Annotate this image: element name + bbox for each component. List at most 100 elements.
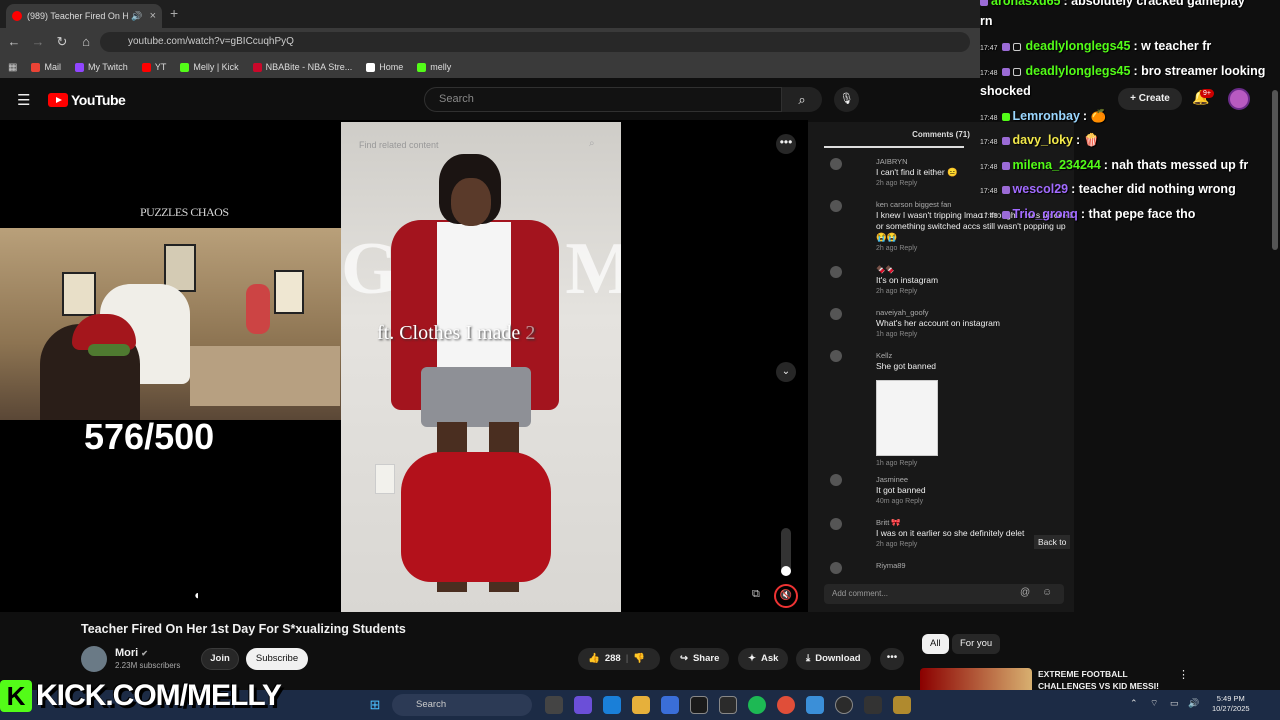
avatar[interactable] — [830, 266, 842, 278]
network-icon[interactable]: ▭ — [1170, 698, 1179, 709]
wifi-icon[interactable]: ⌔ — [1150, 698, 1158, 709]
comment-meta[interactable]: 40m ago Reply — [876, 496, 926, 507]
chat-text: : that pepe face tho — [1080, 207, 1196, 221]
chat-message: 17:48 Trio_gronq: that pepe face tho — [980, 207, 1195, 221]
mute-icon[interactable]: 🔇 — [774, 584, 798, 608]
download-button[interactable]: ⤓ Download — [796, 648, 871, 670]
mail-app-icon[interactable] — [661, 696, 679, 714]
join-button[interactable]: Join — [201, 648, 239, 670]
app-icon[interactable] — [864, 696, 882, 714]
volume-icon[interactable]: 🔊 — [1188, 698, 1199, 709]
youtube-logo[interactable]: YouTube — [48, 92, 126, 108]
chip-for-you[interactable]: For you — [952, 634, 1001, 654]
copilot-icon[interactable] — [574, 696, 592, 714]
recommended-thumbnail[interactable] — [920, 668, 1032, 692]
share-button[interactable]: ↪ Share — [670, 648, 730, 670]
like-icon[interactable]: 👍 — [588, 648, 600, 670]
avatar[interactable] — [830, 474, 842, 486]
app-icon[interactable] — [893, 696, 911, 714]
more-actions-icon[interactable]: ••• — [880, 648, 904, 670]
ft-clothes-text: ft. Clothes I made 2 — [377, 322, 535, 345]
glasses — [88, 344, 130, 356]
tab-close-icon[interactable]: × — [150, 10, 156, 22]
more-options-icon[interactable]: ••• — [776, 134, 796, 154]
comment-text: She got banned — [876, 361, 937, 371]
bookmark-melly-kick[interactable]: Melly | Kick — [180, 62, 239, 72]
comment-image[interactable] — [876, 380, 938, 456]
obs-icon[interactable] — [719, 696, 737, 714]
mention-icon[interactable]: @ — [1020, 587, 1030, 598]
tray-chevron-icon[interactable]: ⌃ — [1130, 698, 1138, 709]
comment-meta[interactable]: 1h ago Reply — [876, 458, 917, 469]
avatar[interactable] — [830, 200, 842, 212]
browser-tab-bar: (989) Teacher Fired On Her 🔊 × + — [0, 0, 980, 28]
microphone-icon[interactable]: 🎙 — [834, 87, 859, 112]
like-count[interactable]: 288 — [605, 648, 621, 670]
forward-arrow-icon[interactable]: → — [30, 34, 46, 50]
comment-meta[interactable]: 2h ago Reply — [876, 286, 938, 297]
bookmark-mail[interactable]: Mail — [31, 62, 61, 72]
bookmark-yt[interactable]: YT — [141, 62, 166, 72]
chat-message: 17:47 deadlylonglegs45: w teacher fr — [980, 39, 1211, 53]
file-explorer-icon[interactable] — [632, 696, 650, 714]
twitch-badge-icon — [1001, 161, 1010, 170]
channel-name[interactable]: Mori ✔ — [115, 647, 148, 659]
comment-meta[interactable]: 1h ago Reply — [876, 329, 1000, 340]
comment-text: What's her account on instagram — [876, 318, 1000, 328]
chat-username: deadlylonglegs45 — [1025, 39, 1131, 53]
emoji-icon[interactable]: ☺ — [1042, 587, 1052, 598]
hamburger-menu-icon[interactable]: ☰ — [17, 91, 30, 109]
bookmark-home[interactable]: Home — [366, 62, 403, 72]
windows-start-icon[interactable]: ⊞ — [366, 696, 384, 714]
spotify-icon[interactable] — [748, 696, 766, 714]
dislike-icon[interactable]: 👎 — [633, 648, 645, 670]
media-player-icon[interactable] — [835, 696, 853, 714]
taskbar-clock[interactable]: 5:49 PM 10/27/2025 — [1212, 694, 1250, 714]
chevron-down-icon[interactable]: ⌄ — [776, 362, 796, 382]
chrome-icon[interactable] — [777, 696, 795, 714]
search-icon[interactable]: ⌕ — [782, 87, 822, 112]
ask-button[interactable]: ✦ Ask — [738, 648, 789, 670]
comment-meta[interactable]: 2h ago Reply — [876, 539, 1024, 550]
url-input[interactable]: youtube.com/watch?v=gBICcuqhPyQ — [100, 32, 970, 52]
comment-meta[interactable]: 2h ago Reply — [876, 178, 958, 189]
kebab-menu-icon[interactable]: ⋮ — [1178, 668, 1189, 681]
comment-user: Britt 🎀 — [876, 518, 901, 527]
search-input[interactable]: Search — [424, 87, 782, 112]
app-icon[interactable] — [806, 696, 824, 714]
pip-icon[interactable]: ⧉ — [752, 588, 760, 601]
avatar[interactable] — [830, 350, 842, 362]
channel-avatar[interactable] — [81, 646, 107, 672]
new-tab-icon[interactable]: + — [170, 5, 178, 21]
browser-tab[interactable]: (989) Teacher Fired On Her 🔊 × — [6, 4, 162, 28]
back-to-button[interactable]: Back to — [1034, 535, 1071, 549]
reload-icon[interactable]: ↻ — [54, 34, 70, 50]
chat-username: aronasxd65 — [991, 0, 1061, 8]
taskbar-search-input[interactable]: Search — [392, 694, 532, 716]
task-view-icon[interactable] — [545, 696, 563, 714]
list-item: 🍫🍫 It's on instagram 2h ago Reply — [876, 264, 938, 297]
bookmark-melly[interactable]: melly — [417, 62, 451, 72]
avatar[interactable] — [830, 158, 842, 170]
subscribe-button[interactable]: Subscribe — [246, 648, 308, 670]
avatar[interactable] — [830, 308, 842, 320]
xbox-icon[interactable] — [690, 696, 708, 714]
divider: | — [625, 653, 629, 664]
back-arrow-icon[interactable]: ← — [6, 34, 22, 50]
youtube-icon — [141, 62, 151, 72]
volume-slider-knob[interactable] — [781, 566, 791, 576]
avatar[interactable] — [830, 562, 842, 574]
twitch-badge-icon — [1001, 67, 1010, 76]
bookmark-nbabite[interactable]: NBABite - NBA Stre... — [252, 62, 352, 72]
avatar[interactable] — [830, 518, 842, 530]
edge-icon[interactable] — [603, 696, 621, 714]
shorts-video-frame[interactable]: Find related content ⌕ GRWM ft. Clothes … — [341, 122, 621, 612]
red-pants — [401, 452, 551, 582]
recommended-title[interactable]: EXTREME FOOTBALL CHALLENGES VS KID MESSI… — [1038, 668, 1178, 692]
home-icon[interactable]: ⌂ — [78, 34, 94, 50]
tab-audio-icon[interactable]: 🔊 — [131, 11, 142, 22]
apps-grid-icon[interactable]: ▦ — [8, 62, 17, 73]
comment-meta[interactable]: 2h ago Reply — [876, 243, 1076, 254]
bookmark-my-twitch[interactable]: My Twitch — [74, 62, 128, 72]
chip-all[interactable]: All — [922, 634, 949, 654]
